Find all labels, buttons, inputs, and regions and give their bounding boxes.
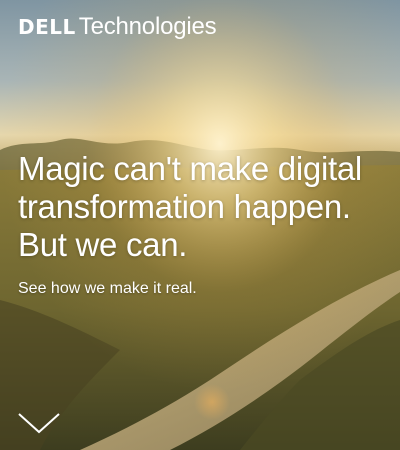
- chevron-down-icon: [18, 413, 60, 434]
- dell-technologies-logo[interactable]: DELL Technologies: [18, 12, 217, 42]
- hero-headline: Magic can't make digital transformation …: [18, 150, 388, 264]
- scroll-down-button[interactable]: [14, 408, 64, 438]
- headline-line: Magic can't make digital: [18, 150, 362, 187]
- logo-technologies-wordmark: Technologies: [78, 13, 217, 40]
- logo-dell-wordmark: DELL: [18, 15, 76, 39]
- headline-line: But we can.: [18, 226, 188, 263]
- headline-line: transformation happen.: [18, 188, 351, 225]
- see-how-link[interactable]: See how we make it real.: [18, 278, 197, 300]
- hero-banner: DELL Technologies Magic can't make digit…: [0, 0, 400, 450]
